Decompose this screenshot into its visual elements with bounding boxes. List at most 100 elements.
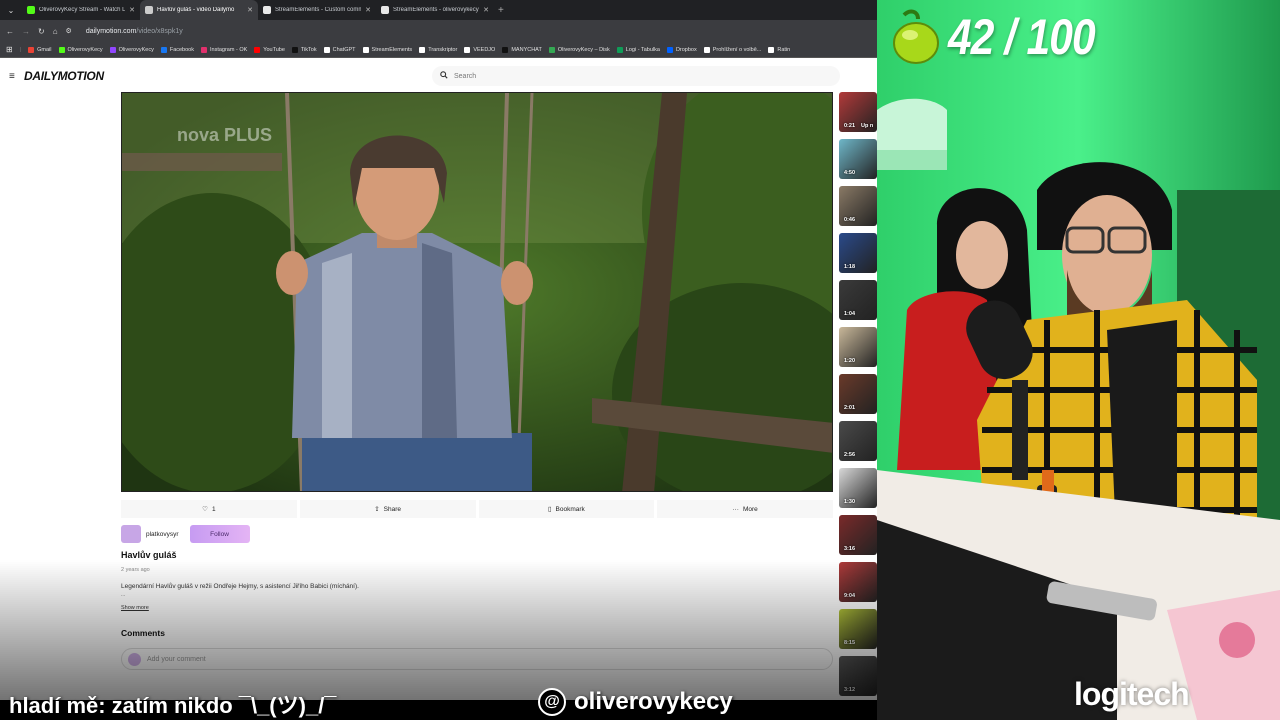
social-handle: @ oliverovykecy	[538, 688, 733, 716]
apps-grid-icon[interactable]: ⊞	[6, 45, 13, 54]
related-video-thumbnail[interactable]: 3:12	[839, 656, 877, 696]
bookmarks-separator: |	[19, 46, 22, 53]
bookmark-item[interactable]: MANYCHAT	[502, 46, 542, 53]
show-more-link[interactable]: Show more	[121, 605, 149, 611]
related-video-thumbnail[interactable]: 8:15	[839, 609, 877, 649]
bookmark-favicon-icon	[548, 46, 555, 53]
user-avatar	[128, 652, 141, 666]
follow-button[interactable]: Follow	[189, 525, 250, 543]
bookmark-label: OliverovyKecy – Disk	[557, 46, 610, 53]
video-duration: 8:15	[844, 640, 856, 646]
home-icon[interactable]: ⌂	[53, 27, 58, 36]
bookmark-item[interactable]: OliverovyKecy	[58, 46, 103, 53]
bookmark-button[interactable]: ▯ Bookmark	[478, 500, 655, 518]
related-video-thumbnail[interactable]: 1:30	[839, 468, 877, 508]
browser-tab[interactable]: OliverovyKecy Stream - Watch Li ✕	[22, 0, 140, 20]
share-button[interactable]: ⇪ Share	[299, 500, 476, 518]
tab-strip: ⌄ OliverovyKecy Stream - Watch Li ✕ Havlův…	[0, 0, 877, 20]
related-video-label: Up n	[861, 123, 874, 129]
bookmark-label: ChatGPT	[332, 46, 356, 53]
back-icon[interactable]: ←	[6, 27, 14, 36]
more-button[interactable]: ··· More	[657, 500, 833, 518]
bookmark-favicon-icon	[362, 46, 369, 53]
bookmark-label: Facebook	[169, 46, 194, 53]
tab-title: StreamElements - Custom comm	[275, 7, 361, 13]
menu-icon[interactable]: ≡	[9, 71, 15, 82]
url-field[interactable]: dailymotion.com/video/x8spk1y	[86, 28, 183, 35]
tab-title: OliverovyKecy Stream - Watch Li	[39, 7, 125, 13]
related-videos: 0:21 Up n 4:50 0:46 1:18 1:04 1:20 2:01 2:56 1:30…	[839, 92, 877, 700]
bookmark-favicon-icon	[616, 46, 623, 53]
tab-title: StreamElements - oliverovykecy	[393, 7, 479, 13]
bookmark-item[interactable]: Instagram - OK	[200, 46, 247, 53]
bookmark-favicon-icon	[419, 46, 426, 53]
related-video-thumbnail[interactable]: 4:50	[839, 139, 877, 179]
address-bar: ← → ↻ ⌂ ⚙ dailymotion.com/video/x8spk1y	[0, 20, 877, 42]
browser-tab[interactable]: StreamElements - Custom comm ✕	[258, 0, 376, 20]
search-placeholder: Search	[454, 72, 477, 80]
new-tab-button[interactable]: +	[498, 5, 504, 16]
related-video-thumbnail[interactable]: 0:21 Up n	[839, 92, 877, 132]
bookmark-favicon-icon	[28, 46, 35, 53]
browser-tab[interactable]: Havlův guláš - video Dailymo ✕	[140, 0, 258, 20]
bookmark-favicon-icon	[58, 46, 65, 53]
related-video-thumbnail[interactable]: 1:20	[839, 327, 877, 367]
bookmark-favicon-icon	[291, 46, 298, 53]
channel-name[interactable]: platkovysyr	[146, 531, 179, 538]
bookmark-item[interactable]: Transkriptor	[419, 46, 457, 53]
dailymotion-page: ≡ DAILYMOTION Search nova PLUS ♡ 1 ⇪ Sha…	[0, 58, 877, 700]
video-duration: 1:18	[844, 264, 856, 270]
related-video-thumbnail[interactable]: 2:56	[839, 421, 877, 461]
tab-search-icon[interactable]: ⌄	[3, 2, 19, 18]
bookmark-item[interactable]: OliverovyKecy	[109, 46, 154, 53]
bookmark-item[interactable]: YouTube	[254, 46, 285, 53]
tab-close-icon[interactable]: ✕	[247, 6, 253, 14]
related-video-thumbnail[interactable]: 3:16	[839, 515, 877, 555]
comments-heading: Comments	[121, 628, 165, 638]
bookmark-label: YouTube	[263, 46, 285, 53]
like-button[interactable]: ♡ 1	[121, 500, 297, 518]
bookmark-label: TikTok	[300, 46, 317, 53]
site-info-icon[interactable]: ⚙	[66, 27, 72, 35]
video-player[interactable]: nova PLUS	[121, 92, 833, 492]
video-duration: 9:04	[844, 593, 856, 599]
bookmark-item[interactable]: ChatGPT	[323, 46, 356, 53]
browser-tab[interactable]: StreamElements - oliverovykecy ✕	[376, 0, 494, 20]
bookmark-item[interactable]: TikTok	[291, 46, 317, 53]
related-video-thumbnail[interactable]: 1:18	[839, 233, 877, 273]
bookmark-item[interactable]: Logi - Tabulka	[616, 46, 660, 53]
related-video-thumbnail[interactable]: 9:04	[839, 562, 877, 602]
reload-icon[interactable]: ↻	[38, 27, 45, 36]
bookmark-item[interactable]: StreamElements	[362, 46, 412, 53]
goal-counter: 42 / 100	[890, 8, 1121, 66]
bookmark-label: Gmail	[37, 46, 52, 53]
tab-close-icon[interactable]: ✕	[483, 6, 489, 14]
bookmark-item[interactable]: Ratin	[768, 46, 790, 53]
more-dots-icon: ···	[732, 505, 739, 513]
bookmark-label: MANYCHAT	[511, 46, 542, 53]
forward-icon[interactable]: →	[22, 27, 30, 36]
ticker-text: hladí mě: zatím nikdo ¯\_(ツ)_/¯	[9, 693, 337, 718]
video-duration: 2:56	[844, 452, 856, 458]
bookmark-item[interactable]: Facebook	[160, 46, 194, 53]
tab-favicon-icon	[263, 6, 271, 14]
webcam-scene	[877, 0, 1280, 720]
bookmark-item[interactable]: Prohlížení o volbě...	[703, 46, 761, 53]
tab-close-icon[interactable]: ✕	[129, 6, 135, 14]
related-video-thumbnail[interactable]: 2:01	[839, 374, 877, 414]
tab-close-icon[interactable]: ✕	[365, 6, 371, 14]
related-video-thumbnail[interactable]: 1:04	[839, 280, 877, 320]
bookmark-item[interactable]: VEEDJO	[464, 46, 495, 53]
search-input[interactable]: Search	[432, 66, 840, 86]
handle-text: oliverovykecy	[574, 688, 733, 715]
bookmark-item[interactable]: Gmail	[28, 46, 52, 53]
video-actions: ♡ 1 ⇪ Share ▯ Bookmark ··· More	[121, 500, 833, 518]
bookmark-item[interactable]: Dropbox	[666, 46, 697, 53]
related-video-thumbnail[interactable]: 0:46	[839, 186, 877, 226]
channel-avatar[interactable]	[121, 525, 141, 543]
video-duration: 2:01	[844, 405, 856, 411]
site-logo[interactable]: DAILYMOTION	[24, 69, 104, 83]
bookmark-item[interactable]: OliverovyKecy – Disk	[548, 46, 610, 53]
bookmark-favicon-icon	[323, 46, 330, 53]
comment-input[interactable]: Add your comment	[121, 648, 833, 670]
